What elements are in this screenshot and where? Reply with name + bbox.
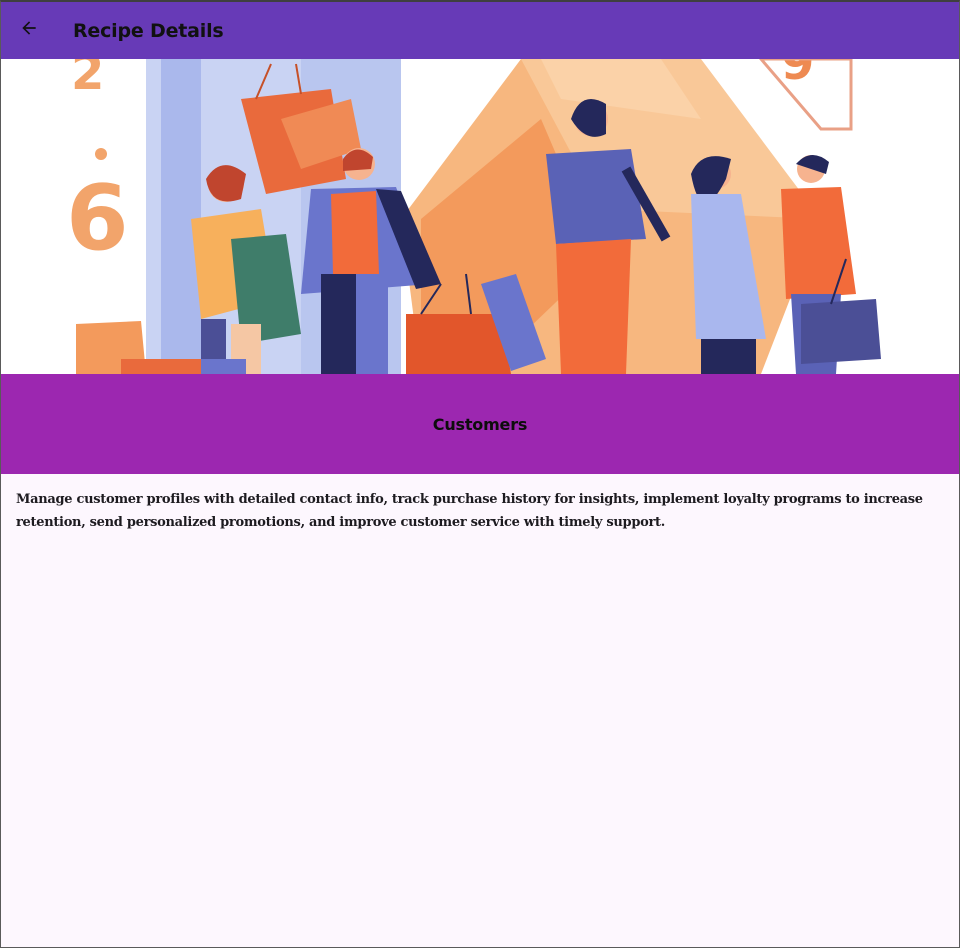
app-bar: Recipe Details (1, 2, 959, 59)
category-banner: Customers (1, 374, 959, 474)
arrow-back-icon (19, 18, 39, 43)
back-button[interactable] (1, 2, 57, 59)
category-title: Customers (432, 414, 528, 434)
svg-text:2: 2 (71, 59, 104, 101)
page-title: Recipe Details (73, 19, 224, 42)
hero-image: 2 6 9 (1, 59, 959, 374)
svg-text:6: 6 (66, 166, 129, 271)
description-text: Manage customer profiles with detailed c… (16, 492, 923, 530)
app-window: Recipe Details 2 6 9 Customers Manage cu… (0, 0, 960, 948)
